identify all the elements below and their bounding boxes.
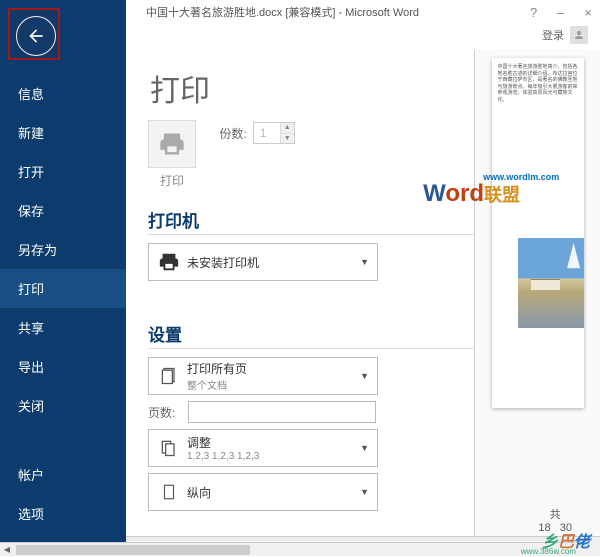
collate-icon [157,438,181,458]
spinner-up-icon[interactable]: ▲ [280,123,294,134]
chevron-down-icon: ▼ [360,257,369,267]
login-label: 登录 [542,27,564,43]
collate-sub: 1,2,3 1,2,3 1,2,3 [187,451,360,462]
chevron-down-icon: ▼ [360,443,369,453]
preview-image [518,238,584,328]
sidebar-item-save[interactable]: 保存 [0,191,126,230]
sidebar-item-account[interactable]: 帐户 [0,455,126,494]
login-area[interactable]: 登录 [542,26,588,44]
title-bar: 中国十大著名旅游胜地.docx [兼容模式] - Microsoft Word … [126,0,600,24]
brand-url: www.386w.com [521,547,576,556]
horizontal-scrollbar[interactable]: ◀ [0,542,586,556]
chevron-down-icon: ▼ [360,371,369,381]
spinner-down-icon[interactable]: ▼ [280,134,294,144]
sidebar-item-print[interactable]: 打印 [0,269,126,308]
scope-sub: 整个文档 [187,377,360,392]
pages-icon [157,366,181,386]
preview-pane: 中国十大著名旅游胜地简介，包括各地名胜古迹的详细介绍。布达拉宫位于西藏拉萨市区，… [474,50,600,556]
scroll-thumb[interactable] [16,545,250,555]
pages-input[interactable] [188,401,376,423]
sidebar-item-saveas[interactable]: 另存为 [0,230,126,269]
sidebar-item-close[interactable]: 关闭 [0,386,126,425]
scroll-left-icon[interactable]: ◀ [0,543,14,557]
printer-icon [157,251,181,273]
avatar-icon [570,26,588,44]
sidebar-item-options[interactable]: 选项 [0,494,126,533]
sidebar-item-open[interactable]: 打开 [0,152,126,191]
highlight-box [8,8,60,60]
minimize-icon[interactable]: – [553,5,568,20]
pages-label: 页数: [148,404,188,421]
collate-title: 调整 [187,434,360,451]
copies-value: 1 [254,123,280,143]
sidebar-item-share[interactable]: 共享 [0,308,126,347]
orientation-title: 纵向 [187,484,360,501]
print-button-label: 打印 [148,172,196,189]
print-scope-select[interactable]: 打印所有页 整个文档 ▼ [148,357,378,395]
printer-icon [158,130,186,158]
collate-select[interactable]: 调整 1,2,3 1,2,3 1,2,3 ▼ [148,429,378,467]
print-button[interactable] [148,120,196,168]
close-icon[interactable]: × [580,5,596,20]
sidebar-item-export[interactable]: 导出 [0,347,126,386]
sidebar-item-info[interactable]: 信息 [0,74,126,113]
orientation-select[interactable]: 纵向 ▼ [148,473,378,511]
copies-label: 份数: [219,125,246,142]
portrait-icon [157,482,181,502]
preview-page: 中国十大著名旅游胜地简介，包括各地名胜古迹的详细介绍。布达拉宫位于西藏拉萨市区，… [492,58,584,408]
sidebar: 信息 新建 打开 保存 另存为 打印 共享 导出 关闭 帐户 选项 [0,0,126,556]
scope-title: 打印所有页 [187,360,360,377]
printer-name: 未安装打印机 [187,254,360,271]
chevron-down-icon: ▼ [360,487,369,497]
preview-text: 中国十大著名旅游胜地简介，包括各地名胜古迹的详细介绍。布达拉宫位于西藏拉萨市区，… [492,58,584,105]
window-title: 中国十大著名旅游胜地.docx [兼容模式] - Microsoft Word [130,4,526,20]
copies-spinner[interactable]: 1 ▲ ▼ [253,122,295,144]
printer-select[interactable]: 未安装打印机 ▼ [148,243,378,281]
help-icon[interactable]: ? [526,5,541,20]
sidebar-item-new[interactable]: 新建 [0,113,126,152]
